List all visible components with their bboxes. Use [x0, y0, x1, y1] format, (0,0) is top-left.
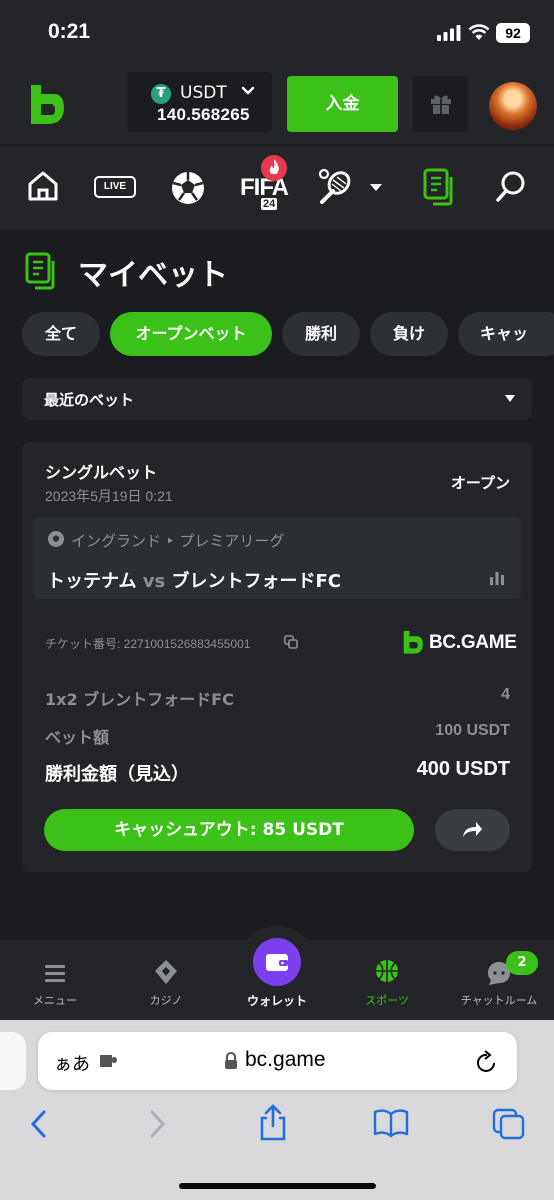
home-indicator: [179, 1183, 376, 1189]
bottom-tab-chat-label: チャットルーム: [460, 994, 538, 1007]
stake-label: ベット額: [45, 728, 110, 747]
forward-icon[interactable]: [146, 1108, 168, 1140]
signal-icon: [437, 25, 461, 41]
usdt-icon: ₮: [151, 84, 171, 104]
tab-open-bets[interactable]: オープンベット: [110, 312, 272, 356]
brand-name: BC.GAME: [429, 632, 517, 653]
previous-tab-edge[interactable]: [0, 1032, 26, 1090]
fifa-year: 24: [261, 198, 278, 210]
bc-brand-icon: [403, 631, 423, 654]
tab-all[interactable]: 全て: [22, 312, 100, 356]
share-button[interactable]: [435, 809, 510, 851]
match-info[interactable]: イングランド ‣ プレミアリーグ トッテナム vs ブレントフォードFC: [33, 517, 521, 599]
cashout-button[interactable]: キャッシュアウト: 85 USDT: [44, 809, 414, 851]
payout-value: 400 USDT: [416, 758, 510, 780]
bottom-tab-sports-label: スポーツ: [365, 994, 409, 1007]
away-team: ブレントフォードFC: [171, 571, 341, 592]
wifi-icon: [468, 24, 490, 40]
stake-value: 100 USDT: [435, 722, 510, 739]
hot-badge-icon: [261, 155, 287, 181]
copy-icon[interactable]: [284, 635, 298, 649]
soccer-ball-icon: [48, 531, 64, 547]
bottom-tab-wallet-label: ウォレット: [246, 994, 307, 1008]
sports-icon: [376, 960, 398, 982]
bottom-tab-wallet[interactable]: ウォレット: [237, 940, 317, 1020]
tab-won[interactable]: 勝利: [282, 312, 360, 356]
bottom-tab-menu-label: メニュー: [33, 994, 77, 1007]
dropdown-icon[interactable]: [369, 183, 383, 193]
bet-filter-tabs: 全て オープンベット 勝利 負け キャッ: [22, 312, 554, 356]
ticket-number: チケット番号: 2271001526883455001: [45, 637, 251, 651]
odds-value: 4: [501, 686, 510, 703]
home-icon[interactable]: [26, 170, 60, 202]
bottom-nav: メニュー カジノ ウォレット スポーツ チャットルーム 2: [0, 926, 554, 1020]
main-content: マイベット 全て オープンベット 勝利 負け キャッ 最近のベット シングルベッ…: [0, 232, 554, 940]
bottom-tab-menu[interactable]: メニュー: [20, 940, 90, 1020]
gift-icon: [431, 95, 451, 114]
tennis-icon[interactable]: [316, 168, 354, 206]
bet-status: オープン: [450, 474, 510, 492]
league-name: イングランド ‣ プレミアリーグ: [71, 532, 285, 550]
caret-down-icon: [505, 395, 515, 402]
chevron-down-icon: [241, 86, 255, 95]
bet-type: シングルベット: [45, 463, 158, 482]
extension-icon[interactable]: [98, 1052, 120, 1070]
reader-aa-button[interactable]: ぁあ: [54, 1050, 90, 1076]
share-arrow-icon: [463, 822, 482, 837]
bc-logo-icon[interactable]: [28, 82, 66, 126]
home-team: トッテナム: [47, 571, 137, 592]
status-time: 0:21: [48, 20, 91, 43]
gift-button[interactable]: [413, 76, 468, 132]
stats-icon[interactable]: [489, 571, 505, 585]
url-text: bc.game: [245, 1048, 326, 1071]
status-bar: 0:21 92: [0, 0, 554, 64]
address-bar[interactable]: ぁあ bc.game: [38, 1032, 517, 1090]
currency-label: USDT: [180, 83, 227, 103]
balance-amount: 140.568265: [157, 105, 250, 124]
tab-cashout[interactable]: キャッ: [458, 312, 554, 356]
browser-chrome: ぁあ bc.game: [0, 1020, 554, 1200]
avatar[interactable]: [489, 82, 537, 130]
bet-card: シングルベット 2023年5月19日 0:21 オープン イングランド ‣ プレ…: [22, 442, 532, 872]
payout-label: 勝利金額（見込）: [45, 764, 189, 785]
deposit-button[interactable]: 入金: [287, 76, 398, 132]
bottom-tab-casino-label: カジノ: [149, 994, 183, 1007]
tabs-icon[interactable]: [492, 1108, 526, 1140]
match-teams: トッテナム vs ブレントフォードFC: [47, 567, 341, 593]
search-icon[interactable]: [495, 170, 527, 204]
soccer-icon[interactable]: [170, 170, 206, 206]
vs-label: vs: [142, 571, 166, 592]
bottom-tab-sports[interactable]: スポーツ: [352, 940, 422, 1020]
recent-bets-label: 最近のベット: [44, 391, 135, 409]
sport-nav: LIVE FIFA 24: [0, 146, 554, 230]
selection-label: 1x2 ブレントフォードFC: [45, 690, 234, 709]
reload-icon[interactable]: [476, 1050, 498, 1074]
mybets-icon[interactable]: [422, 168, 456, 206]
tab-lost[interactable]: 負け: [370, 312, 448, 356]
bookmarks-icon[interactable]: [373, 1108, 409, 1138]
chat-badge: 2: [506, 951, 538, 975]
top-header: ₮ USDT 140.568265 入金: [0, 64, 554, 144]
casino-icon: [155, 960, 177, 984]
battery-indicator: 92: [496, 23, 530, 43]
lock-icon: [225, 1052, 237, 1069]
menu-icon: [45, 965, 65, 982]
currency-selector[interactable]: ₮ USDT 140.568265: [127, 72, 272, 132]
recent-bets-select[interactable]: 最近のベット: [22, 378, 532, 420]
page-title: マイベット: [78, 258, 228, 293]
mybets-title-icon: [25, 252, 55, 290]
bet-date: 2023年5月19日 0:21: [45, 488, 173, 504]
live-icon[interactable]: LIVE: [94, 176, 136, 198]
bottom-tab-casino[interactable]: カジノ: [131, 940, 201, 1020]
share-icon[interactable]: [258, 1104, 288, 1142]
back-icon[interactable]: [28, 1108, 50, 1140]
